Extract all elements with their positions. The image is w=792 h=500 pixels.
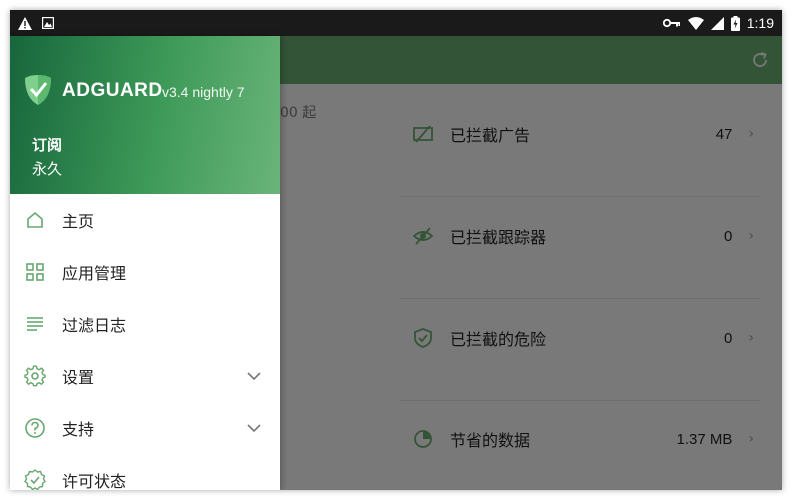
wifi-icon bbox=[687, 16, 704, 30]
drawer-menu: 主页 应用管理 过滤日志 设置 支持 许可状态 bbox=[10, 194, 280, 490]
menu-item-settings[interactable]: 设置 bbox=[10, 350, 280, 402]
menu-item-license-status[interactable]: 许可状态 bbox=[10, 454, 280, 490]
drawer-scrim[interactable] bbox=[280, 36, 782, 490]
navigation-drawer: ADGUARD v3.4 nightly 7 订阅 永久 主页 应用管理 过滤日… bbox=[10, 36, 280, 490]
chevron-down-icon bbox=[247, 372, 261, 381]
chevron-down-icon bbox=[247, 424, 261, 433]
gear-icon bbox=[24, 365, 46, 387]
menu-item-label: 主页 bbox=[62, 212, 95, 231]
menu-item-app-management[interactable]: 应用管理 bbox=[10, 246, 280, 298]
drawer-header: ADGUARD v3.4 nightly 7 订阅 永久 bbox=[10, 36, 280, 194]
home-icon bbox=[24, 209, 46, 231]
status-bar: 1:19 bbox=[10, 10, 782, 36]
menu-item-label: 设置 bbox=[62, 368, 95, 387]
adguard-logo-icon bbox=[25, 75, 51, 105]
menu-item-filter-log[interactable]: 过滤日志 bbox=[10, 298, 280, 350]
brand-name: ADGUARD bbox=[62, 80, 163, 101]
clock: 1:19 bbox=[746, 15, 774, 31]
menu-item-label: 应用管理 bbox=[62, 264, 127, 283]
battery-icon bbox=[730, 15, 740, 31]
signal-icon bbox=[710, 16, 724, 30]
menu-item-label: 过滤日志 bbox=[62, 316, 127, 335]
warning-icon bbox=[18, 16, 32, 30]
device-screen: 1:19 00 起 已拦截广告 47 › 已拦截跟踪器 0 › 已拦截的危险 0… bbox=[10, 10, 782, 490]
help-icon bbox=[24, 417, 46, 439]
license-icon bbox=[24, 469, 46, 490]
apps-grid-icon bbox=[24, 261, 46, 283]
subscription-label: 订阅 bbox=[32, 136, 63, 154]
menu-item-home[interactable]: 主页 bbox=[10, 194, 280, 246]
app-version: v3.4 nightly 7 bbox=[162, 84, 245, 100]
menu-item-label: 许可状态 bbox=[62, 472, 127, 490]
photo-notification-icon bbox=[42, 17, 54, 29]
menu-item-label: 支持 bbox=[62, 420, 95, 439]
filter-log-icon bbox=[24, 313, 46, 335]
subscription-value: 永久 bbox=[32, 160, 63, 178]
menu-item-support[interactable]: 支持 bbox=[10, 402, 280, 454]
vpn-key-icon bbox=[662, 18, 680, 28]
